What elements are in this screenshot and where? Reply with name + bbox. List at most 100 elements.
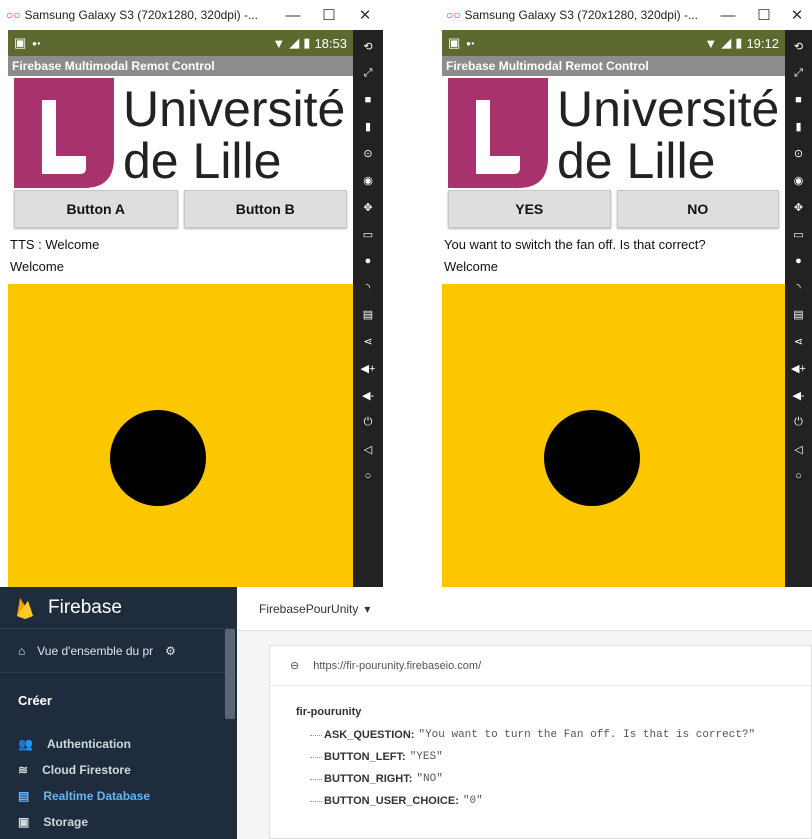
dpad-icon[interactable]: ✥ (794, 201, 803, 214)
welcome-text: Welcome (10, 259, 64, 274)
camera-icon[interactable]: ■ (795, 94, 802, 106)
window-titlebar: ○○ Samsung Galaxy S3 (720x1280, 320dpi) … (0, 0, 383, 30)
share-icon[interactable]: ⋖ (794, 335, 803, 348)
volume-down-icon[interactable]: ◀- (362, 389, 374, 402)
button-a[interactable]: Button A (14, 190, 178, 228)
status-time: 18:53 (314, 35, 347, 51)
cast-icon: ▣ (14, 35, 27, 50)
resize-icon[interactable]: ⤢ (794, 67, 803, 80)
joystick-ball[interactable] (544, 410, 640, 506)
firebase-main: FirebasePourUnity ▾ ⊖ https://fir-pourun… (237, 587, 812, 839)
db-entry[interactable]: BUTTON_LEFT: "YES" (296, 746, 811, 768)
emulator-window-right: ○○ Samsung Galaxy S3 (720x1280, 320dpi) … (440, 0, 812, 587)
database-card: ⊖ https://fir-pourunity.firebaseio.com/ … (269, 645, 812, 839)
close-button[interactable]: ✕ (347, 6, 383, 24)
university-logo: Université de Lille (442, 76, 785, 189)
db-root[interactable]: fir-pourunity (296, 706, 811, 718)
share-icon[interactable]: ⋖ (363, 335, 372, 348)
rss-icon[interactable]: ◝ (796, 281, 800, 294)
volume-up-icon[interactable]: ◀+ (361, 362, 376, 375)
dpad-icon[interactable]: ✥ (363, 201, 372, 214)
sms-icon[interactable]: ▤ (363, 308, 373, 321)
app-title: Firebase Multimodal Remot Control (442, 56, 785, 76)
nav-storage[interactable]: ▣ Storage (0, 809, 237, 835)
gps-icon[interactable]: ⊙ (363, 147, 372, 160)
window-title: Samsung Galaxy S3 (720x1280, 320dpi) -..… (24, 8, 258, 22)
settings-gear-icon[interactable]: ⚙ (165, 644, 176, 658)
window-title: Samsung Galaxy S3 (720x1280, 320dpi) -..… (464, 8, 698, 22)
home-icon[interactable]: ○ (795, 470, 802, 482)
cast-icon: ▣ (448, 35, 461, 50)
power-icon[interactable]: ⏻ (364, 416, 373, 429)
firebase-brand[interactable]: Firebase (48, 597, 122, 619)
phone-screen: ▣ •ꞏ ▼ ◢ ▮ 18:53 Firebase Multimodal Rem… (8, 30, 353, 587)
status-bar: ▣ •ꞏ ▼ ◢ ▮ 18:53 (8, 30, 353, 56)
battery-icon[interactable]: ▮ (795, 120, 801, 133)
firebase-sidebar: Firebase ⌂ Vue d'ensemble du pr ⚙ Créer … (0, 587, 237, 839)
logo-text-line1: Université (123, 81, 346, 137)
power-icon[interactable]: ⏻ (794, 416, 803, 429)
emulator-toolbar: ⟲ ⤢ ■ ▮ ⊙ ◉ ✥ ▭ ● ◝ ▤ ⋖ ◀+ ◀- ⏻ ◁ ○ (353, 30, 383, 587)
people-icon: 👥 (18, 737, 33, 751)
db-entry[interactable]: ASK_QUESTION: "You want to turn the Fan o… (296, 724, 811, 746)
image-icon: ▣ (18, 815, 30, 829)
firebase-console: Firebase ⌂ Vue d'ensemble du pr ⚙ Créer … (0, 587, 812, 839)
webcam-icon[interactable]: ◉ (363, 174, 373, 187)
maximize-button[interactable]: ☐ (311, 6, 347, 24)
resize-icon[interactable]: ⤢ (364, 67, 373, 80)
battery-icon[interactable]: ▮ (365, 120, 371, 133)
wifi-icon: ▼ (272, 35, 286, 51)
nav-authentication[interactable]: 👥 Authentication (0, 731, 237, 757)
gps-icon[interactable]: ⊙ (794, 147, 803, 160)
volume-up-icon[interactable]: ◀+ (791, 362, 806, 375)
question-text: You want to switch the fan off. Is that … (444, 237, 706, 252)
rss-icon[interactable]: ◝ (366, 281, 370, 294)
touch-area[interactable] (8, 284, 353, 587)
lille-logo-icon (14, 78, 114, 188)
id-icon[interactable]: ▭ (363, 228, 373, 241)
media-icon[interactable]: ● (365, 255, 372, 267)
no-button[interactable]: NO (616, 190, 779, 228)
battery-icon: ▮ (735, 35, 743, 50)
webcam-icon[interactable]: ◉ (794, 174, 804, 187)
nav-label: Cloud Firestore (42, 763, 131, 777)
firebase-logo-icon (17, 597, 33, 619)
volume-down-icon[interactable]: ◀- (792, 389, 804, 402)
minimize-button[interactable]: — (710, 7, 746, 24)
yes-button[interactable]: YES (448, 190, 611, 228)
sidebar-scrollbar[interactable] (225, 629, 235, 719)
sms-icon[interactable]: ▤ (793, 308, 803, 321)
firebase-header: Firebase (0, 587, 237, 629)
minimize-button[interactable]: — (275, 7, 311, 24)
media-icon[interactable]: ● (795, 255, 802, 267)
project-selector[interactable]: FirebasePourUnity ▾ (237, 587, 812, 631)
close-button[interactable]: ✕ (782, 6, 812, 24)
nav-cloud-firestore[interactable]: ≋ Cloud Firestore (0, 757, 237, 783)
maximize-button[interactable]: ☐ (746, 6, 782, 24)
touch-area[interactable] (442, 284, 785, 587)
nav-realtime-database[interactable]: ▤ Realtime Database (0, 783, 237, 809)
link-icon: ⊖ (290, 660, 300, 672)
db-entry[interactable]: BUTTON_RIGHT: "NO" (296, 768, 811, 790)
rotate-icon[interactable]: ⟲ (794, 40, 803, 53)
phone-screen: ▣ •ꞏ ▼ ◢ ▮ 19:12 Firebase Multimodal Rem… (442, 30, 785, 587)
db-tree: fir-pourunity ASK_QUESTION: "You want to … (270, 686, 811, 812)
db-url[interactable]: https://fir-pourunity.firebaseio.com/ (313, 660, 481, 672)
db-entry[interactable]: BUTTON_USER_CHOICE: "0" (296, 790, 811, 812)
rotate-icon[interactable]: ⟲ (363, 40, 372, 53)
project-overview[interactable]: ⌂ Vue d'ensemble du pr ⚙ (0, 629, 237, 673)
back-icon[interactable]: ◁ (794, 443, 802, 456)
database-icon: ▤ (18, 789, 30, 803)
logo-text-line2: de Lille (123, 133, 282, 189)
camera-icon[interactable]: ■ (365, 94, 372, 106)
db-url-row: ⊖ https://fir-pourunity.firebaseio.com/ (270, 646, 811, 686)
project-name: FirebasePourUnity (259, 601, 359, 616)
button-b[interactable]: Button B (183, 190, 347, 228)
joystick-ball[interactable] (110, 410, 206, 506)
emulator-icon: ○○ (6, 8, 21, 22)
wifi-icon: ▼ (704, 35, 718, 51)
back-icon[interactable]: ◁ (364, 443, 372, 456)
status-bar: ▣ •ꞏ ▼ ◢ ▮ 19:12 (442, 30, 785, 56)
id-icon[interactable]: ▭ (793, 228, 803, 241)
home-icon[interactable]: ○ (365, 470, 372, 482)
